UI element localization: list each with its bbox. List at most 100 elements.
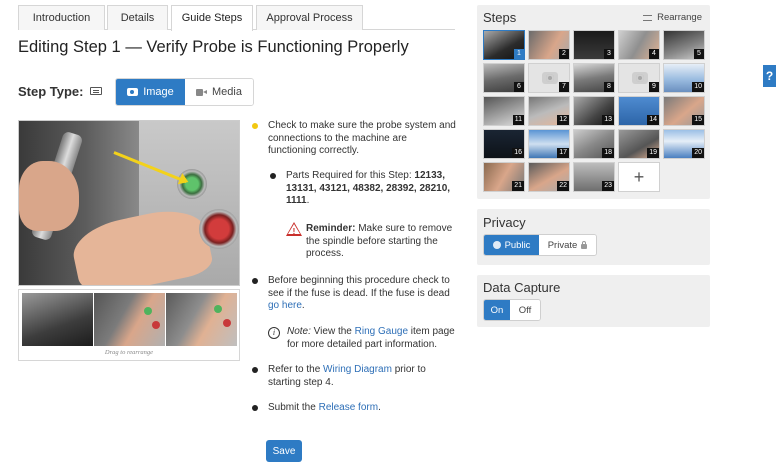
public-label: Public: [504, 239, 531, 251]
fuse-text-end: .: [301, 300, 305, 311]
step-number: 15: [692, 115, 704, 125]
step-thumbnail[interactable]: 13: [573, 96, 615, 126]
add-step-button[interactable]: +: [618, 162, 660, 192]
step-thumbnail[interactable]: 23: [573, 162, 615, 192]
reminder-note: Reminder: Make sure to remove the spindl…: [306, 223, 456, 261]
data-capture-off-option[interactable]: Off: [510, 300, 540, 320]
step-number: 2: [559, 49, 569, 59]
step-thumbnail[interactable]: 17: [528, 129, 570, 159]
private-label: Private: [547, 239, 578, 251]
step-number: 19: [647, 148, 659, 158]
bullet: [252, 278, 258, 284]
step-number: 8: [604, 82, 614, 92]
go-here-link[interactable]: go here: [268, 300, 302, 311]
release-text-post: .: [378, 402, 381, 413]
left-hand: [19, 161, 79, 231]
image-type-button[interactable]: Image: [116, 79, 185, 105]
keyboard-icon: [90, 87, 102, 95]
bullet: [252, 405, 258, 411]
main-step-image[interactable]: [18, 120, 240, 286]
image-thumbnail[interactable]: [94, 293, 165, 346]
step-number: 17: [557, 148, 569, 158]
step-number: 7: [559, 82, 569, 92]
thumb-detail: [223, 319, 231, 327]
step-number: 5: [694, 49, 704, 59]
tab-guide-steps[interactable]: Guide Steps: [171, 5, 253, 31]
wiring-diagram-link[interactable]: Wiring Diagram: [323, 364, 392, 375]
warning-mark: !: [292, 227, 296, 236]
step-number: 10: [692, 82, 704, 92]
step-number: 4: [649, 49, 659, 59]
step-thumbnail[interactable]: 21: [483, 162, 525, 192]
step-number: 20: [692, 148, 704, 158]
globe-icon: [492, 241, 501, 249]
rearrange-button[interactable]: Rearrange: [643, 12, 702, 23]
bullet-line-3: Refer to the Wiring Diagram prior to sta…: [268, 364, 458, 389]
step-thumbnail[interactable]: 19: [618, 129, 660, 159]
placeholder-camera-icon: [542, 72, 558, 84]
step-number: 22: [557, 181, 569, 191]
bullet-line-1: Check to make sure the probe system and …: [268, 120, 456, 156]
image-thumbnail-strip: Drag to rearrange: [18, 289, 240, 361]
step-thumbnail[interactable]: 2: [528, 30, 570, 60]
note-ring-gauge: Note: View the Ring Gauge item page for …: [287, 326, 457, 351]
save-button[interactable]: Save: [266, 440, 302, 462]
camera-icon: [127, 88, 139, 96]
note-label: Note:: [287, 326, 311, 337]
note-text-pre: View the: [310, 326, 355, 337]
privacy-title: Privacy: [483, 215, 526, 230]
parts-prefix: Parts Required for this Step:: [286, 170, 415, 181]
step-thumbnail[interactable]: 3: [573, 30, 615, 60]
step-number: 12: [557, 115, 569, 125]
video-icon: [196, 88, 208, 96]
step-thumbnail[interactable]: 14: [618, 96, 660, 126]
rearrange-icon: [643, 14, 653, 21]
public-option[interactable]: Public: [484, 235, 539, 255]
tab-approval-process[interactable]: Approval Process: [256, 5, 363, 30]
image-thumbnail[interactable]: [166, 293, 237, 346]
tab-details[interactable]: Details: [107, 5, 168, 30]
step-thumbnail[interactable]: 7: [528, 63, 570, 93]
step-thumbnail[interactable]: 18: [573, 129, 615, 159]
bullet-line-2: Before beginning this procedure check to…: [268, 275, 460, 313]
step-thumbnail[interactable]: 16: [483, 129, 525, 159]
thumb-detail: [152, 321, 160, 329]
step-thumbnail[interactable]: 12: [528, 96, 570, 126]
step-type-label: Step Type:: [18, 84, 84, 99]
step-thumbnail[interactable]: 6: [483, 63, 525, 93]
image-thumbnail[interactable]: [22, 293, 93, 346]
drag-to-rearrange-hint: Drag to rearrange: [104, 349, 154, 356]
step-thumbnail[interactable]: 22: [528, 162, 570, 192]
step-thumbnail[interactable]: 5: [663, 30, 705, 60]
tab-introduction[interactable]: Introduction: [18, 5, 105, 30]
step-number: 23: [602, 181, 614, 191]
step-thumbnail[interactable]: 15: [663, 96, 705, 126]
help-tab[interactable]: ?: [763, 65, 776, 87]
steps-panel-title: Steps: [483, 10, 517, 25]
media-type-label: Media: [212, 86, 242, 98]
release-form-link[interactable]: Release form: [319, 402, 378, 413]
parts-required: Parts Required for this Step: 12133, 131…: [286, 170, 458, 208]
step-thumbnail[interactable]: 1: [483, 30, 525, 60]
step-number: 14: [647, 115, 659, 125]
step-thumbnail[interactable]: 8: [573, 63, 615, 93]
media-type-button[interactable]: Media: [185, 79, 253, 105]
privacy-toggle: Public Private: [483, 234, 597, 256]
step-number: 9: [649, 82, 659, 92]
step-number: 16: [512, 148, 524, 158]
step-thumbnail[interactable]: 9: [618, 63, 660, 93]
step-thumbnail[interactable]: 11: [483, 96, 525, 126]
thumb-detail: [144, 307, 152, 315]
step-thumbnail[interactable]: 4: [618, 30, 660, 60]
data-capture-on-option[interactable]: On: [484, 300, 510, 320]
step-thumbnail[interactable]: 10: [663, 63, 705, 93]
step-thumbnail[interactable]: 20: [663, 129, 705, 159]
step-number: 6: [514, 82, 524, 92]
bullet: [252, 367, 258, 373]
placeholder-camera-icon: [632, 72, 648, 84]
data-capture-toggle: On Off: [483, 299, 541, 321]
step-number: 11: [512, 115, 524, 125]
ring-gauge-link[interactable]: Ring Gauge: [355, 326, 408, 337]
bullet-highlight: [252, 123, 258, 129]
private-option[interactable]: Private: [539, 235, 596, 255]
